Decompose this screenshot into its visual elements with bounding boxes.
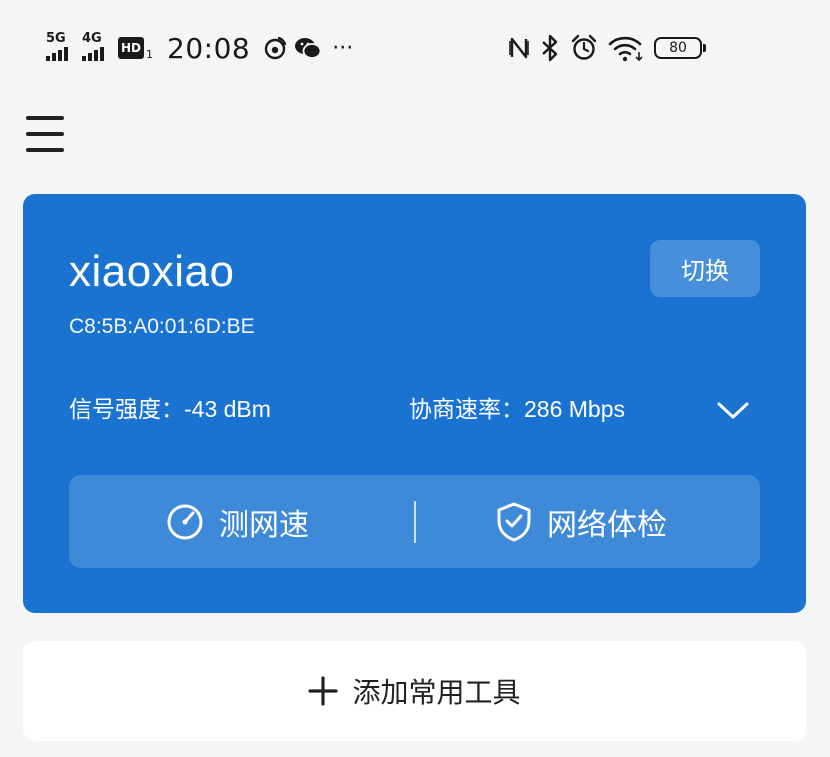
cellular-signal-5g-icon: 5G <box>46 31 76 63</box>
plus-icon <box>308 676 339 706</box>
weibo-icon <box>265 36 287 60</box>
wifi-ssid: xiaoxiao <box>69 247 235 296</box>
chevron-down-icon[interactable] <box>713 396 753 424</box>
alarm-icon <box>571 34 597 60</box>
add-tools-label: 添加常用工具 <box>352 677 521 708</box>
status-time: 20:08 <box>167 31 251 65</box>
signal2-generation: 4G <box>82 31 102 46</box>
health-check-button[interactable]: 网络体检 <box>495 475 667 568</box>
speed-test-button[interactable]: 测网速 <box>165 475 309 568</box>
switch-network-button[interactable]: 切换 <box>650 240 760 297</box>
signal-strength-text: 信号强度：-43 dBm <box>69 396 271 422</box>
network-card: xiaoxiao C8:5B:A0:01:6D:BE 切换 信号强度：-43 d… <box>23 194 806 613</box>
status-bar-right: 80 <box>508 30 706 66</box>
hd-sim-index: 1 <box>146 47 153 61</box>
battery-icon: 80 <box>654 37 706 59</box>
bluetooth-icon <box>542 34 558 62</box>
link-rate-text: 协商速率：286 Mbps <box>409 396 626 422</box>
wechat-icon <box>295 38 322 59</box>
action-divider <box>414 501 416 543</box>
menu-icon[interactable] <box>26 116 64 152</box>
more-dots-icon: ··· <box>332 35 354 61</box>
hd-voice-icon: HD <box>118 37 144 59</box>
signal1-generation: 5G <box>46 31 66 46</box>
wifi-icon <box>608 36 643 62</box>
mac-address: C8:5B:A0:01:6D:BE <box>69 315 255 338</box>
speedometer-icon <box>167 504 203 539</box>
add-tools-button[interactable]: 添加常用工具 <box>23 641 806 741</box>
speed-test-label: 测网速 <box>219 508 309 542</box>
nfc-icon <box>509 37 529 59</box>
cellular-signal-4g-icon: 4G <box>82 31 112 63</box>
shield-check-icon <box>497 502 531 541</box>
status-bar-left: 5G 4G HD 1 20:08 ··· <box>46 28 353 68</box>
health-check-label: 网络体检 <box>547 508 667 542</box>
status-bar: 5G 4G HD 1 20:08 ··· 80 <box>0 0 830 90</box>
action-bar: 测网速 网络体检 <box>69 475 760 568</box>
